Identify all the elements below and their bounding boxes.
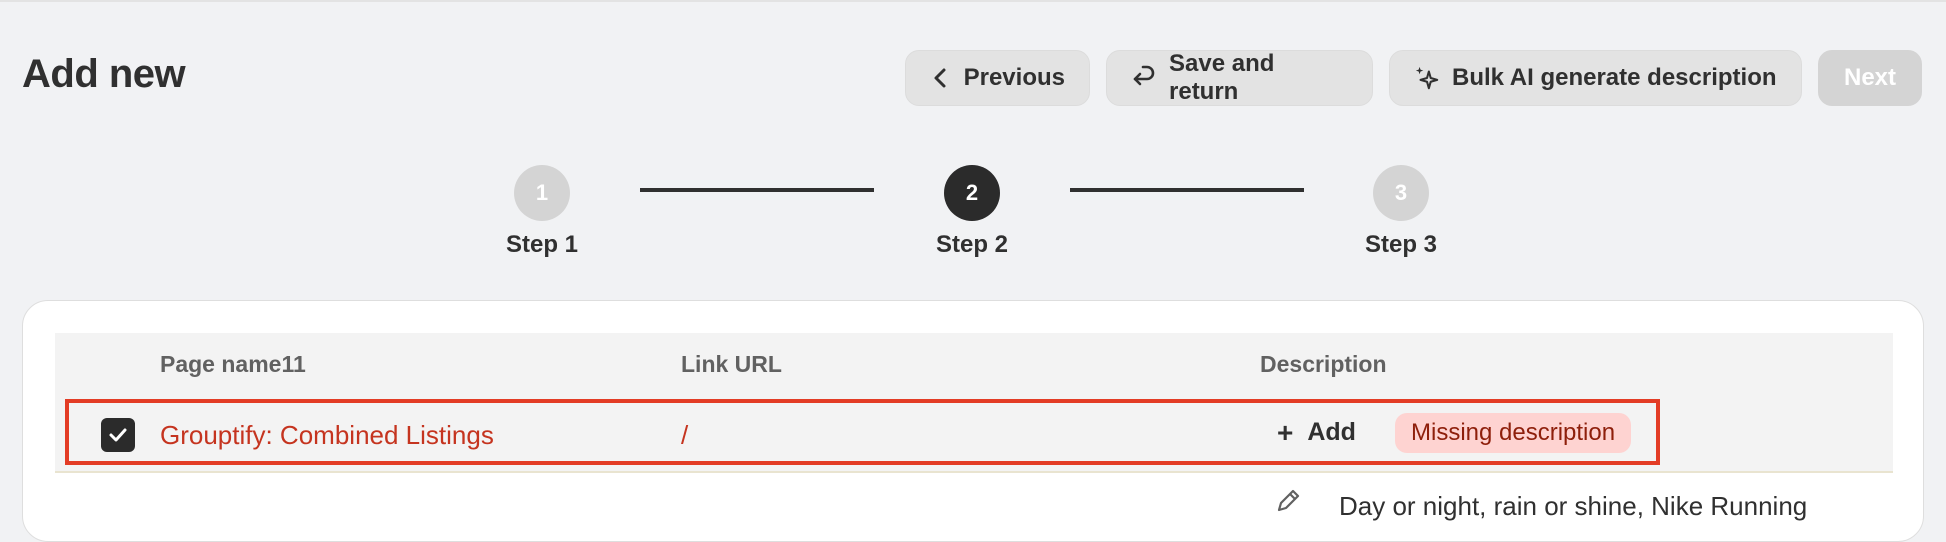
missing-description-badge: Missing description — [1395, 413, 1632, 453]
column-header-page-name[interactable]: Page name11 — [160, 351, 306, 378]
column-header-link-url[interactable]: Link URL — [681, 351, 782, 378]
pencil-icon[interactable] — [1273, 486, 1303, 516]
step-3-circle: 3 — [1373, 165, 1429, 221]
save-and-return-label: Save and return — [1169, 50, 1275, 105]
step-2-circle: 2 — [944, 165, 1000, 221]
step-2-label: Step 2 — [935, 231, 1009, 258]
bulk-ai-label: Bulk AI generate description — [1452, 64, 1777, 91]
step-1-label: Step 1 — [505, 231, 579, 258]
table-header: Page name11 Link URL Description — [55, 333, 1893, 398]
next-label: Next — [1843, 64, 1897, 91]
add-label: Add — [1307, 418, 1356, 446]
row-page-name[interactable]: Grouptify: Combined Listings — [160, 420, 494, 451]
column-header-description[interactable]: Description — [1260, 351, 1387, 378]
page-title: Add new — [22, 52, 186, 96]
step-connector-2 — [1070, 188, 1304, 192]
return-arrow-icon — [1131, 65, 1157, 91]
row-description-text: Day or night, rain or shine, Nike Runnin… — [1339, 491, 1808, 521]
stepper: 1 Step 1 2 Step 2 3 Step 3 — [0, 165, 1946, 265]
step-1-circle: 1 — [514, 165, 570, 221]
previous-label: Previous — [963, 64, 1065, 91]
step-2[interactable]: 2 Step 2 — [912, 165, 1032, 259]
checkmark-icon — [109, 428, 127, 442]
add-description-button[interactable]: + Add — [1277, 418, 1356, 447]
pages-table-card: Page name11 Link URL Description Groupti… — [22, 300, 1924, 542]
plus-icon: + — [1277, 416, 1294, 448]
row-checkbox[interactable] — [101, 418, 135, 452]
chevron-left-icon — [930, 65, 952, 91]
save-and-return-button[interactable]: Save and return — [1106, 50, 1373, 106]
step-connector-1 — [640, 188, 874, 192]
next-button[interactable]: Next — [1818, 50, 1922, 106]
header-actions: Previous Save and return Bulk AI generat… — [905, 50, 1922, 106]
previous-button[interactable]: Previous — [905, 50, 1090, 106]
step-3-label: Step 3 — [1364, 231, 1438, 258]
sparkle-icon — [1414, 65, 1440, 91]
bulk-ai-generate-button[interactable]: Bulk AI generate description — [1389, 50, 1802, 106]
step-3[interactable]: 3 Step 3 — [1341, 165, 1461, 259]
step-1[interactable]: 1 Step 1 — [482, 165, 602, 259]
row-link-url[interactable]: / — [681, 420, 688, 451]
top-divider — [0, 0, 1946, 2]
